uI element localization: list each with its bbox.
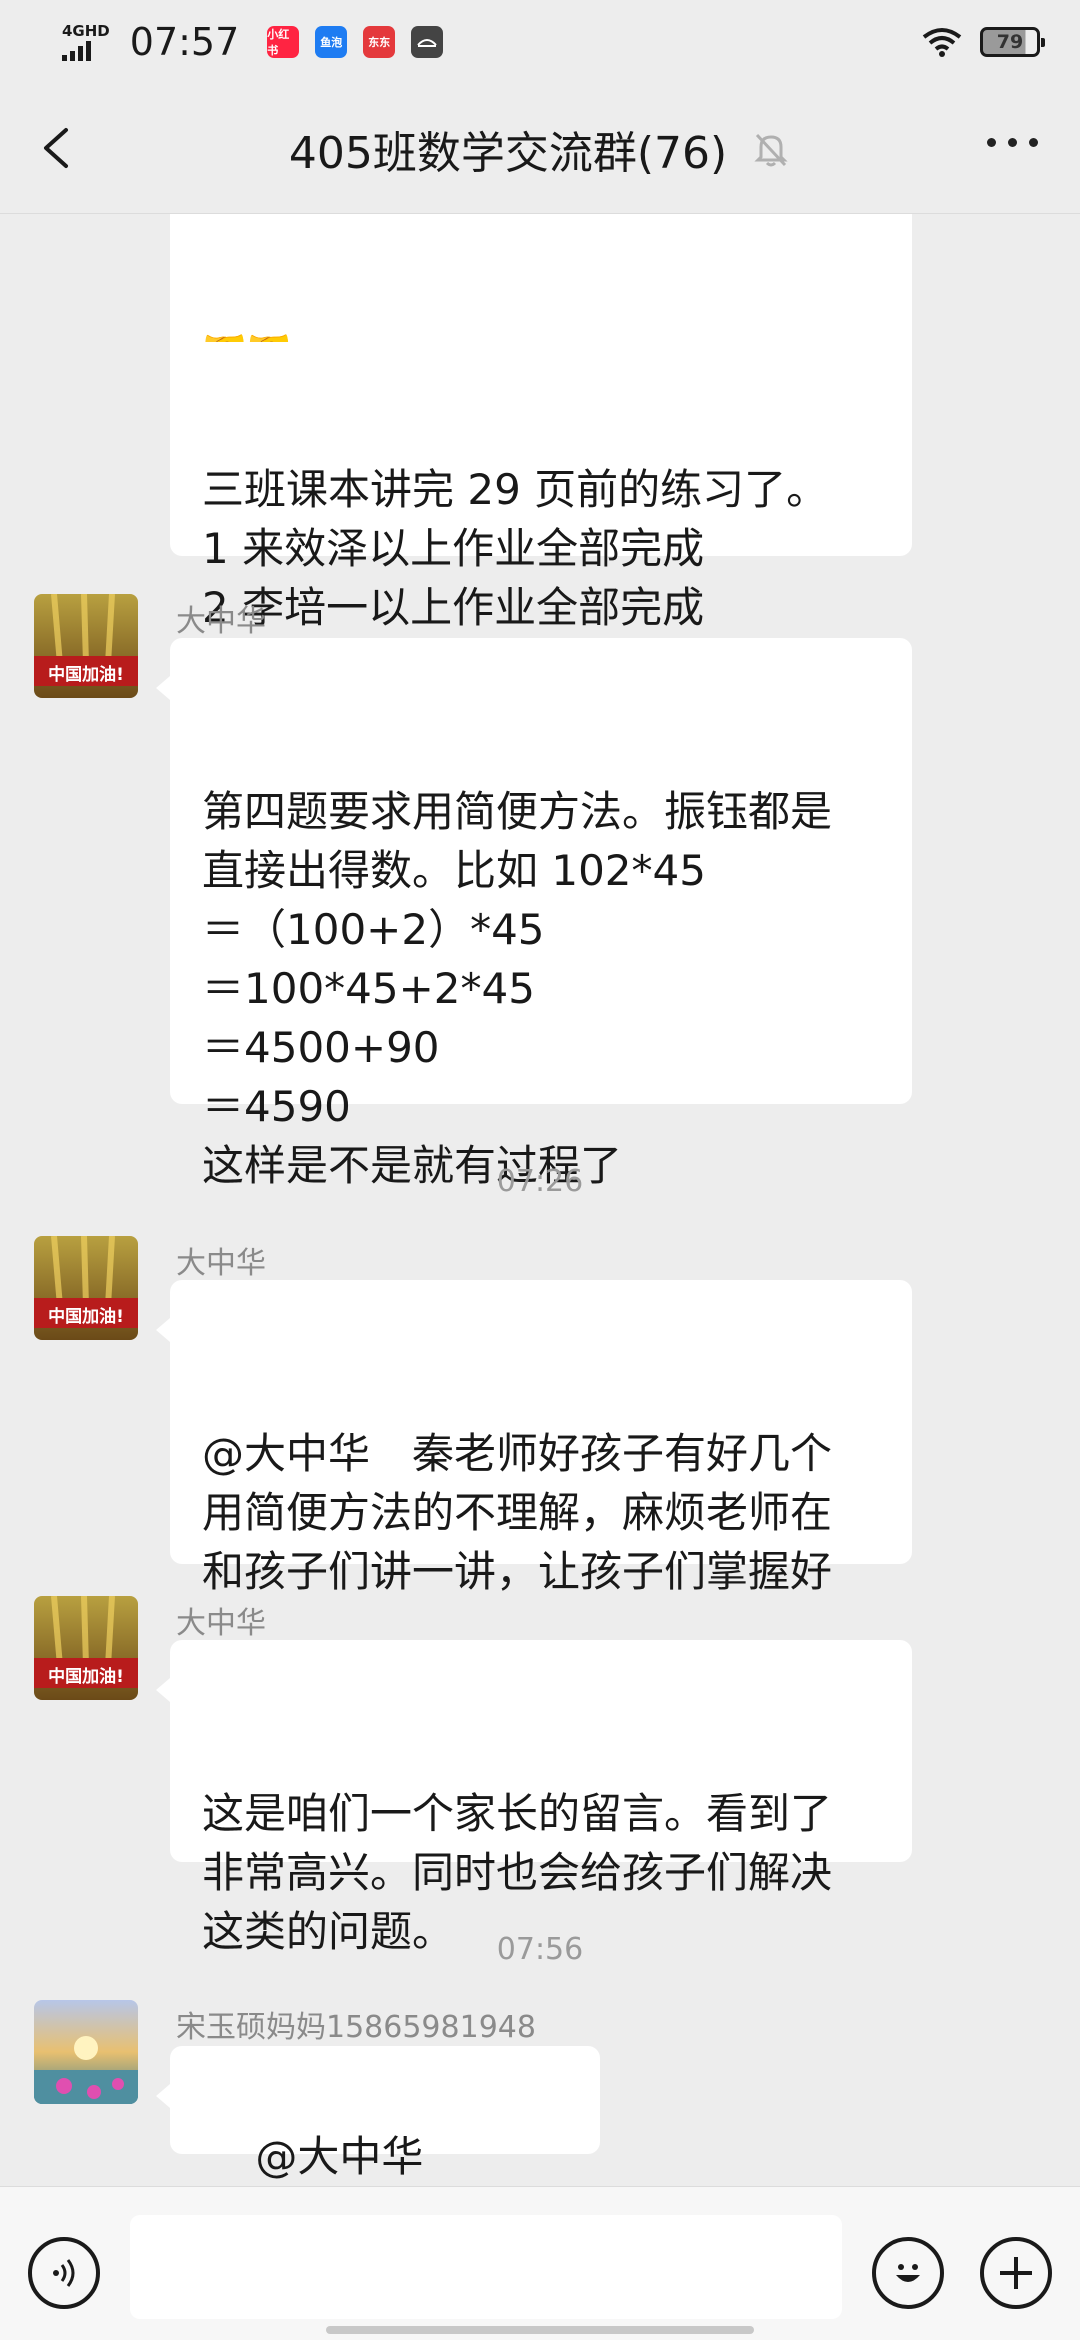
message-bubble[interactable]: 第四题要求用简便方法。振钰都是 直接出得数。比如 102*45 ＝（100+2）… <box>156 638 912 1190</box>
message-text: @大中华 <box>255 2132 466 2181</box>
chat-messages[interactable]: 🤝🤝 三班课本讲完 29 页前的练习了。 1 来效泽以上作业全部完成 2 李培一… <box>0 214 1080 2186</box>
more-options-button[interactable] <box>987 138 1038 147</box>
avatar[interactable] <box>34 2000 138 2104</box>
message-input[interactable] <box>130 2215 842 2319</box>
page-title: 405班数学交流群(76) <box>288 127 728 179</box>
message-bubble[interactable]: @大中华 秦老师好孩子有好几个 用简便方法的不理解，麻烦老师在 和孩子们讲一讲，… <box>156 1280 912 1772</box>
battery-level: 79 <box>996 31 1024 53</box>
timestamp: 07:56 <box>496 1932 584 1967</box>
emoji-button[interactable] <box>872 2237 944 2309</box>
more-functions-button[interactable] <box>980 2237 1052 2309</box>
message-bubble[interactable]: @大中华 👍👍👍 <box>156 2046 600 2181</box>
avatar[interactable]: 中国加油! <box>34 1596 138 1700</box>
smiley-icon <box>896 2264 920 2282</box>
avatar[interactable]: 中国加油! <box>34 1236 138 1340</box>
voice-icon <box>53 2259 75 2287</box>
avatar-badge: 中国加油! <box>48 1307 124 1327</box>
xiaohongshu-icon: 小红书 <box>267 26 300 58</box>
message-text: 第四题要求用简便方法。振钰都是 直接出得数。比如 102*45 ＝（100+2）… <box>202 787 833 1190</box>
avatar-badge: 中国加油! <box>48 1667 124 1687</box>
home-indicator[interactable] <box>326 2326 754 2334</box>
plus-icon <box>1000 2257 1032 2289</box>
status-time: 07:57 <box>129 20 240 64</box>
xianyu-icon: 鱼泡 <box>315 26 348 58</box>
signal-icon <box>62 39 110 61</box>
sender-name: 大中华 <box>176 1606 266 1641</box>
input-bar <box>0 2186 1080 2340</box>
wifi-icon <box>922 28 962 57</box>
jingdong-icon: 东东 <box>363 26 396 58</box>
network-indicator: 4GHD <box>62 21 110 61</box>
battery-icon: 79 <box>980 27 1045 57</box>
message-text: @大中华 秦老师好孩子有好几个 用简便方法的不理解，麻烦老师在 和孩子们讲一讲，… <box>202 1429 833 1596</box>
timestamp: 07:26 <box>496 1164 584 1199</box>
message-bubble[interactable]: 这是咱们一个家长的留言。看到了 非常高兴。同时也会给孩子们解决 这类的问题。 <box>156 1640 912 1956</box>
message-bubble[interactable]: 🤝🤝 三班课本讲完 29 页前的练习了。 1 来效泽以上作业全部完成 2 李培一… <box>170 214 912 750</box>
mute-bell-icon <box>754 133 788 166</box>
handshake-emoji-row: 🤝🤝 <box>202 316 880 342</box>
avatar-badge: 中国加油! <box>48 665 124 685</box>
misc-app-icon <box>411 26 444 58</box>
network-type: 4GHD <box>62 21 110 40</box>
status-bar: 4GHD 07:57 小红书 鱼泡 东东 79 <box>0 0 1080 84</box>
sender-name: 大中华 <box>176 1246 266 1281</box>
voice-input-button[interactable] <box>28 2237 100 2309</box>
avatar[interactable]: 中国加油! <box>34 594 138 698</box>
back-icon[interactable] <box>36 126 80 170</box>
sender-name: 大中华 <box>176 604 266 639</box>
chat-header: 405班数学交流群(76) <box>0 84 1080 214</box>
sender-name: 宋玉硕妈妈15865981948 <box>176 2010 536 2045</box>
